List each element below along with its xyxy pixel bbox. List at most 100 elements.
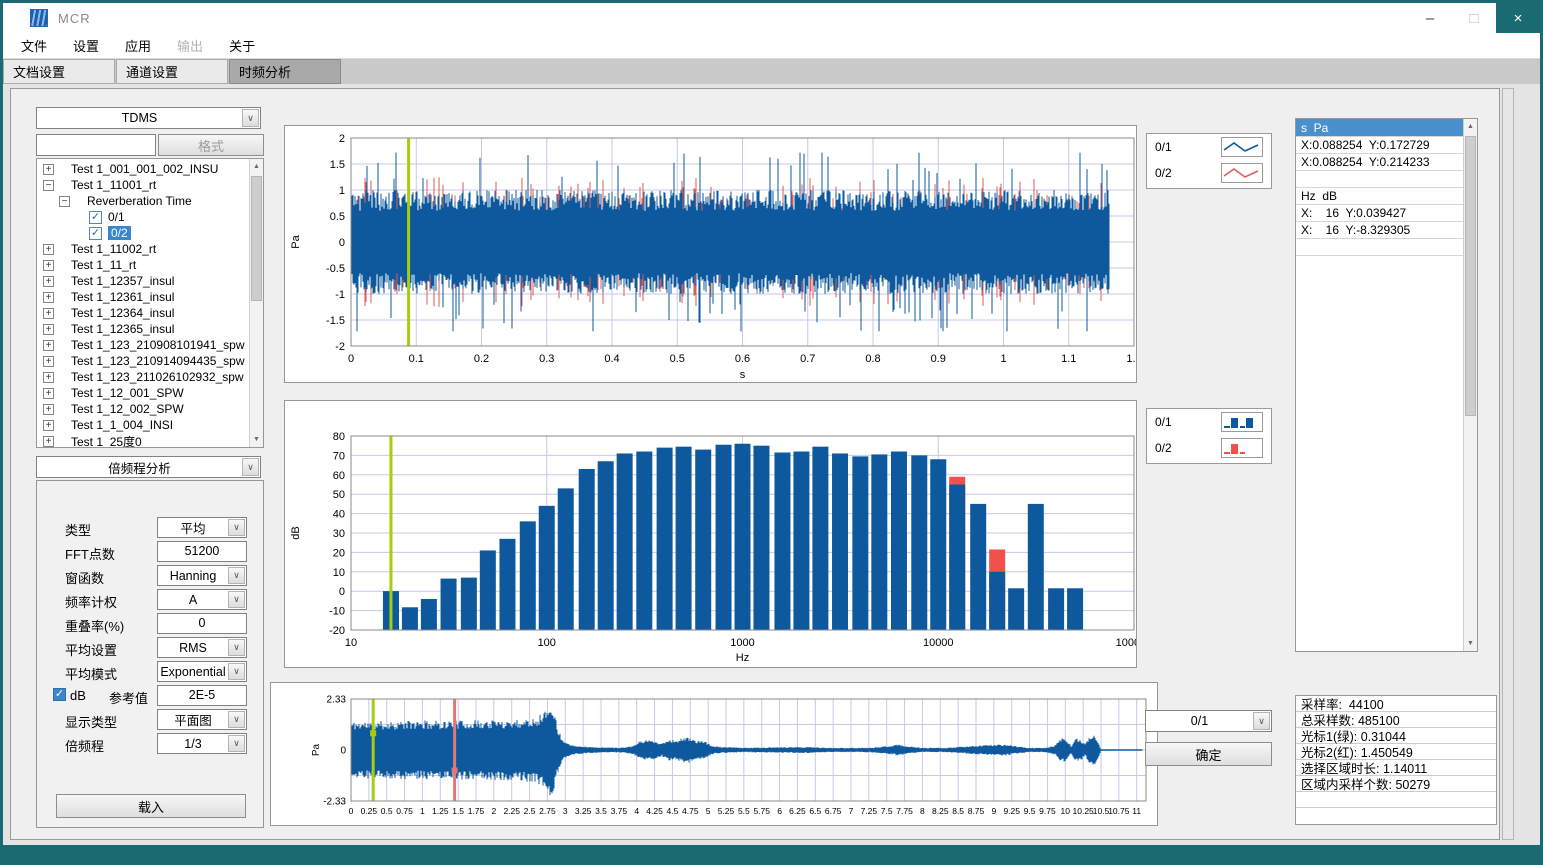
format-button[interactable]: 格式 (158, 134, 264, 156)
expand-icon[interactable]: + (43, 436, 54, 447)
overlap-percent-input[interactable]: 0 (157, 613, 247, 634)
scroll-down-icon[interactable]: ▼ (250, 432, 263, 447)
tree-item[interactable]: +Test 1_1_004_INSI (37, 417, 248, 433)
expand-icon[interactable]: + (43, 292, 54, 303)
tree-item[interactable]: +Test 1_123_210914094435_spw (37, 353, 248, 369)
confirm-button[interactable]: 确定 (1145, 742, 1272, 766)
tab-time-frequency-analysis[interactable]: 时频分析 (229, 59, 341, 84)
db-checkbox[interactable]: ✓ (53, 688, 66, 701)
menu-item-apply[interactable]: 应用 (125, 36, 151, 55)
readout-scrollbar[interactable]: ▲ ▼ (1463, 119, 1477, 651)
tree-scrollbar[interactable]: ▲ ▼ (249, 159, 263, 447)
legend-label: 0/1 (1155, 415, 1172, 429)
tree-item-label: Test 1_123_211026102932_spw (71, 370, 244, 384)
window-function-select[interactable]: Hanning∨ (157, 565, 247, 586)
collapse-icon[interactable]: − (59, 196, 70, 207)
tab-document-settings[interactable]: 文档设置 (3, 59, 115, 84)
tree-item[interactable]: +Test 1_11002_rt (37, 241, 248, 257)
tree-scrollbar-thumb[interactable] (251, 176, 262, 301)
tab-channel-settings[interactable]: 通道设置 (116, 59, 228, 84)
expand-icon[interactable]: + (43, 388, 54, 399)
svg-text:5.25: 5.25 (718, 806, 735, 816)
tree-item[interactable]: +Test 1_12_002_SPW (37, 401, 248, 417)
minimize-button[interactable]: – (1408, 3, 1452, 33)
tree-item[interactable]: +Test 1_12365_insul (37, 321, 248, 337)
channel-checkbox[interactable]: ✓ (89, 227, 102, 240)
svg-text:6.75: 6.75 (825, 806, 842, 816)
average-mode-select[interactable]: Exponential∨ (157, 661, 247, 682)
expand-icon[interactable]: + (43, 244, 54, 255)
collapse-icon[interactable]: − (43, 180, 54, 191)
expand-icon[interactable]: + (43, 356, 54, 367)
file-format-select[interactable]: TDMS ∨ (36, 107, 261, 129)
menu-item-output[interactable]: 输出 (177, 36, 203, 55)
svg-text:0.7: 0.7 (800, 353, 815, 365)
svg-text:7.75: 7.75 (896, 806, 913, 816)
menu-item-file[interactable]: 文件 (21, 36, 47, 55)
close-button[interactable]: × (1496, 3, 1540, 33)
svg-text:2.25: 2.25 (503, 806, 520, 816)
channel-select[interactable]: 0/1 ∨ (1145, 710, 1272, 732)
readout-row[interactable]: X: 16 Y:-8.329305 (1296, 222, 1463, 239)
expand-icon[interactable]: + (43, 420, 54, 431)
svg-text:0: 0 (348, 353, 354, 365)
svg-text:6: 6 (777, 806, 782, 816)
readout-header[interactable]: s Pa (1296, 119, 1463, 137)
tree-item[interactable]: ✓0/1 (37, 209, 248, 225)
analysis-type-select[interactable]: 倍频程分析 ∨ (36, 456, 261, 478)
frequency-weighting-select[interactable]: A∨ (157, 589, 247, 610)
maximize-button[interactable]: □ (1452, 3, 1496, 33)
readout-row[interactable] (1296, 171, 1463, 188)
tree-item[interactable]: + Test 1_123_211026102932_spw (37, 369, 248, 385)
scroll-down-icon[interactable]: ▼ (1464, 636, 1477, 651)
expand-icon[interactable]: + (43, 164, 54, 175)
legend-item: 0/2 (1147, 160, 1271, 186)
tree-item[interactable]: +Test 1_123_210908101941_spw (37, 337, 248, 353)
tree-item[interactable]: +Test 1_12357_insul (37, 273, 248, 289)
readout-scrollbar-thumb[interactable] (1465, 136, 1476, 416)
readout-row[interactable]: X:0.088254 Y:0.172729 (1296, 137, 1463, 154)
tree-item[interactable]: +Test 1_11_rt (37, 257, 248, 273)
tree-item[interactable]: +Test 1_001_001_002_INSU (37, 161, 248, 177)
average-setting-select[interactable]: RMS∨ (157, 637, 247, 658)
readout-row[interactable] (1296, 239, 1463, 256)
scroll-up-icon[interactable]: ▲ (1464, 119, 1477, 134)
tree-item[interactable]: −Test 1_11001_rt (37, 177, 248, 193)
field-label-average-mode: 平均模式 (65, 664, 117, 683)
tree-item[interactable]: +Test 1_12364_insul (37, 305, 248, 321)
readout-row[interactable]: Hz dB (1296, 188, 1463, 205)
fft-points-input[interactable]: 51200 (157, 541, 247, 562)
expand-icon[interactable]: + (43, 340, 54, 351)
readout-row[interactable]: X: 16 Y:0.039427 (1296, 205, 1463, 222)
octave-spectrum-chart[interactable]: 80706050403020100-10-2010100100010000100… (284, 400, 1137, 668)
scroll-up-icon[interactable]: ▲ (250, 159, 263, 174)
expand-icon[interactable]: + (43, 276, 54, 287)
menu-item-about[interactable]: 关于 (229, 36, 255, 55)
display-type-select[interactable]: 平面图∨ (157, 709, 247, 730)
time-waveform-chart[interactable]: -2-1.5-1-0.500.511.5200.10.20.30.40.50.6… (284, 125, 1137, 383)
svg-text:1.25: 1.25 (432, 806, 449, 816)
menu-item-settings[interactable]: 设置 (73, 36, 99, 55)
tree-item[interactable]: ✓ 0/2 (37, 225, 248, 241)
overview-waveform-chart[interactable]: 2.330-2.3300.250.50.7511.251.51.7522.252… (270, 682, 1158, 826)
db-reference-input[interactable]: 2E-5 (157, 685, 247, 706)
expand-icon[interactable]: + (43, 404, 54, 415)
right-scroll-strip[interactable] (1502, 88, 1514, 840)
expand-icon[interactable]: + (43, 324, 54, 335)
svg-text:0: 0 (339, 237, 345, 249)
expand-icon[interactable]: + (43, 372, 54, 383)
tree-item[interactable]: +Test 1_25度0 (37, 433, 248, 448)
tree-item[interactable]: −Reverberation Time (37, 193, 248, 209)
load-button[interactable]: 载入 (56, 794, 246, 818)
readout-row[interactable]: X:0.088254 Y:0.214233 (1296, 154, 1463, 171)
tree-item[interactable]: +Test 1_12_001_SPW (37, 385, 248, 401)
expand-icon[interactable]: + (43, 308, 54, 319)
filter-input[interactable] (36, 134, 156, 156)
tree-item-label: 0/2 (108, 226, 131, 240)
channel-checkbox[interactable]: ✓ (89, 211, 102, 224)
expand-icon[interactable]: + (43, 260, 54, 271)
octave-select[interactable]: 1/3∨ (157, 733, 247, 754)
app-logo-icon (30, 9, 48, 27)
tree-item[interactable]: +Test 1_12361_insul (37, 289, 248, 305)
type-select[interactable]: 平均∨ (157, 517, 247, 538)
